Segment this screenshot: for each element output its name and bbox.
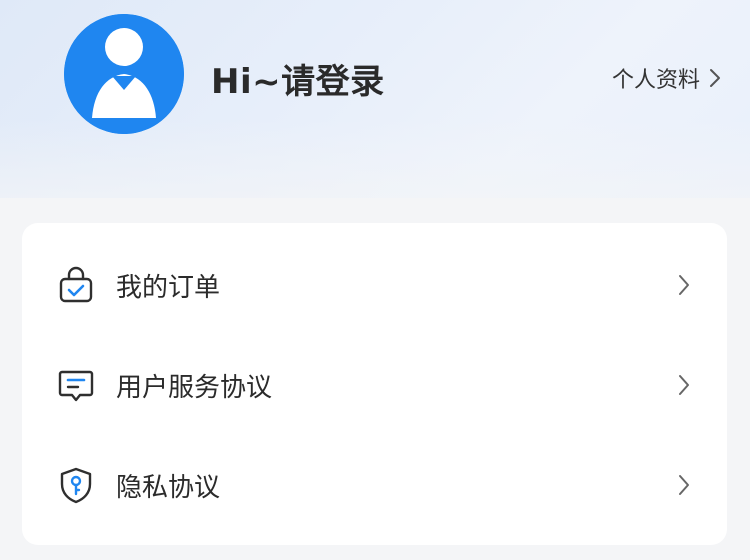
menu-item-user-agreement[interactable]: 用户服务协议 bbox=[22, 335, 727, 435]
avatar[interactable] bbox=[64, 14, 184, 134]
user-avatar-icon bbox=[64, 14, 184, 134]
shopping-bag-check-icon bbox=[56, 265, 96, 305]
menu-item-orders[interactable]: 我的订单 bbox=[22, 235, 727, 335]
message-document-icon bbox=[56, 365, 96, 405]
login-greeting[interactable]: Hi~请登录 bbox=[211, 54, 385, 103]
menu-item-label: 隐私协议 bbox=[116, 472, 221, 503]
profile-link-label: 个人资料 bbox=[611, 68, 700, 93]
chevron-right-icon bbox=[708, 67, 722, 89]
profile-link[interactable]: 个人资料 bbox=[612, 62, 722, 94]
chevron-right-icon bbox=[677, 373, 691, 397]
chevron-right-icon bbox=[677, 273, 691, 297]
chevron-right-icon bbox=[677, 473, 691, 497]
menu-item-label: 用户服务协议 bbox=[116, 372, 273, 403]
menu-card: 我的订单 用户服务协议 隐私协议 bbox=[22, 223, 727, 545]
menu-item-privacy-policy[interactable]: 隐私协议 bbox=[22, 435, 727, 535]
shield-key-icon bbox=[56, 465, 96, 505]
menu-item-label: 我的订单 bbox=[116, 272, 221, 303]
